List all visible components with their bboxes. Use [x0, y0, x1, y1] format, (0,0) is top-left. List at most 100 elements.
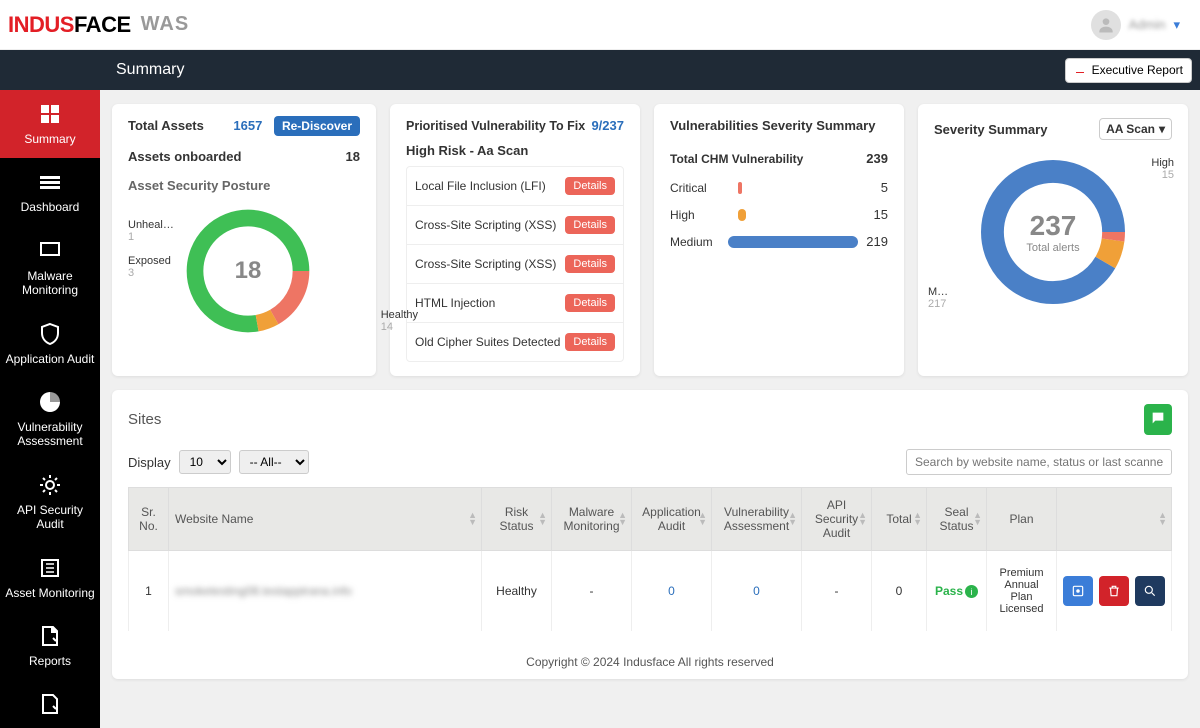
sev-medium-bar: [728, 236, 858, 248]
chevron-down-icon[interactable]: ▾: [1173, 17, 1180, 33]
sidebar-label: Malware Monitoring: [4, 269, 96, 298]
summary-icon: [38, 102, 62, 126]
cell-actions: [1057, 551, 1172, 632]
leg-high: High: [1151, 157, 1174, 169]
leg-healthy: Healthy: [381, 309, 418, 321]
cell-name[interactable]: smoketesting08.testapptrana.info: [169, 551, 482, 632]
sidebar-item-app-audit[interactable]: Application Audit: [0, 310, 100, 378]
action-delete-button[interactable]: [1099, 576, 1129, 606]
vuln-severity-card: Vulnerabilities Severity Summary Total C…: [654, 104, 904, 376]
sev-center-value: 237: [1026, 210, 1079, 242]
user-menu[interactable]: Admin ▾: [1091, 10, 1180, 40]
priority-item-label: HTML Injection: [415, 296, 495, 310]
sites-title: Sites: [128, 411, 161, 428]
sidebar-item-reports[interactable]: Reports: [0, 612, 100, 680]
filter-select[interactable]: -- All--: [239, 450, 309, 474]
scan-select[interactable]: AA Scan ▾: [1099, 118, 1172, 140]
priority-list: Local File Inclusion (LFI) Details Cross…: [406, 166, 624, 362]
sev-medium-val: 219: [866, 234, 888, 249]
details-button[interactable]: Details: [565, 177, 615, 195]
details-button[interactable]: Details: [565, 255, 615, 273]
sidebar-item-api-audit[interactable]: API Security Audit: [0, 461, 100, 544]
col-sr[interactable]: Sr. No.: [129, 488, 169, 551]
col-name[interactable]: Website Name▲▼: [169, 488, 482, 551]
action-scan-button[interactable]: [1135, 576, 1165, 606]
logo-was: WAS: [141, 13, 190, 36]
sidebar: Summary Dashboard Malware Monitoring App…: [0, 90, 100, 728]
cell-sr: 1: [129, 551, 169, 632]
col-risk[interactable]: Risk Status▲▼: [482, 488, 552, 551]
priority-item-label: Cross-Site Scripting (XSS): [415, 218, 556, 232]
posture-chart: 18 Unheal… 1 Exposed 3 Healthy 14: [178, 201, 360, 341]
priority-item-label: Cross-Site Scripting (XSS): [415, 257, 556, 271]
priority-row: Cross-Site Scripting (XSS) Details: [407, 245, 623, 284]
executive-report-button[interactable]: Executive Report: [1065, 58, 1192, 83]
details-button[interactable]: Details: [565, 216, 615, 234]
download-icon: [1074, 63, 1086, 78]
user-name: Admin: [1129, 17, 1166, 32]
dashboard-icon: [38, 170, 62, 194]
priority-item-label: Local File Inclusion (LFI): [415, 179, 546, 193]
details-button[interactable]: Details: [565, 294, 615, 312]
leg-unhealthy: Unheal…: [128, 219, 174, 231]
footer-text: Copyright © 2024 Indusface All rights re…: [128, 645, 1172, 679]
cell-plan: Premium Annual Plan Licensed: [987, 551, 1057, 632]
col-actions: ▲▼: [1057, 488, 1172, 551]
logo-red: INDUS: [8, 12, 74, 37]
col-app[interactable]: Application Audit▲▼: [632, 488, 712, 551]
page-header: Summary Executive Report: [0, 50, 1200, 90]
priority-count[interactable]: 9/237: [591, 118, 624, 133]
leg-healthy-val: 14: [381, 321, 393, 333]
posture-title: Asset Security Posture: [128, 178, 360, 193]
cell-app[interactable]: 0: [632, 551, 712, 632]
sev-high-label: High: [670, 208, 730, 222]
col-seal[interactable]: Seal Status▲▼: [927, 488, 987, 551]
total-chm-value: 239: [866, 151, 888, 166]
total-assets-value[interactable]: 1657: [233, 118, 262, 133]
onboarded-value: 18: [346, 149, 360, 164]
scan-select-value: AA Scan: [1106, 122, 1155, 136]
details-button[interactable]: Details: [565, 333, 615, 351]
sidebar-item-vuln-assess[interactable]: Vulnerability Assessment: [0, 378, 100, 461]
col-plan[interactable]: Plan: [987, 488, 1057, 551]
cell-seal: Passi: [927, 551, 987, 632]
exec-report-label: Executive Report: [1092, 63, 1183, 77]
priority-row: Local File Inclusion (LFI) Details: [407, 167, 623, 206]
sidebar-item-more[interactable]: [0, 680, 100, 728]
leg-m-val: 217: [928, 298, 946, 310]
sev-high-val: 15: [874, 207, 888, 222]
priority-card: Prioritised Vulnerability To Fix 9/237 H…: [390, 104, 640, 376]
api-icon: [38, 473, 62, 497]
info-icon[interactable]: i: [965, 585, 978, 598]
leg-exposed-val: 3: [128, 267, 134, 279]
action-view-button[interactable]: [1063, 576, 1093, 606]
shield-icon: [38, 322, 62, 346]
avatar-icon: [1091, 10, 1121, 40]
display-select[interactable]: 10: [179, 450, 231, 474]
edit-icon: [38, 692, 62, 716]
rediscover-button[interactable]: Re-Discover: [274, 116, 360, 136]
sidebar-item-asset-mon[interactable]: Asset Monitoring: [0, 544, 100, 612]
message-icon[interactable]: [1144, 404, 1172, 435]
asset-card: Total Assets 1657 Re-Discover Assets onb…: [112, 104, 376, 376]
sidebar-label: API Security Audit: [4, 503, 96, 532]
sidebar-item-malware[interactable]: Malware Monitoring: [0, 227, 100, 310]
page-title: Summary: [116, 61, 184, 79]
col-total[interactable]: Total▲▼: [872, 488, 927, 551]
sidebar-item-dashboard[interactable]: Dashboard: [0, 158, 100, 226]
sev-medium-label: Medium: [670, 235, 720, 249]
sev-critical-val: 5: [881, 180, 888, 195]
table-row: 1 smoketesting08.testapptrana.info Healt…: [129, 551, 1172, 632]
display-label: Display: [128, 455, 171, 470]
col-malware[interactable]: Malware Monitoring▲▼: [552, 488, 632, 551]
col-api[interactable]: API Security Audit▲▼: [802, 488, 872, 551]
search-input[interactable]: [906, 449, 1172, 475]
col-vuln[interactable]: Vulnerability Assessment▲▼: [712, 488, 802, 551]
sidebar-item-summary[interactable]: Summary: [0, 90, 100, 158]
severity-donut: 237 Total alerts High 15 M… 217: [934, 152, 1172, 312]
posture-center-value: 18: [178, 257, 318, 285]
total-chm-label: Total CHM Vulnerability: [670, 152, 803, 166]
cell-vuln[interactable]: 0: [712, 551, 802, 632]
asset-icon: [38, 556, 62, 580]
cell-malware: -: [552, 551, 632, 632]
